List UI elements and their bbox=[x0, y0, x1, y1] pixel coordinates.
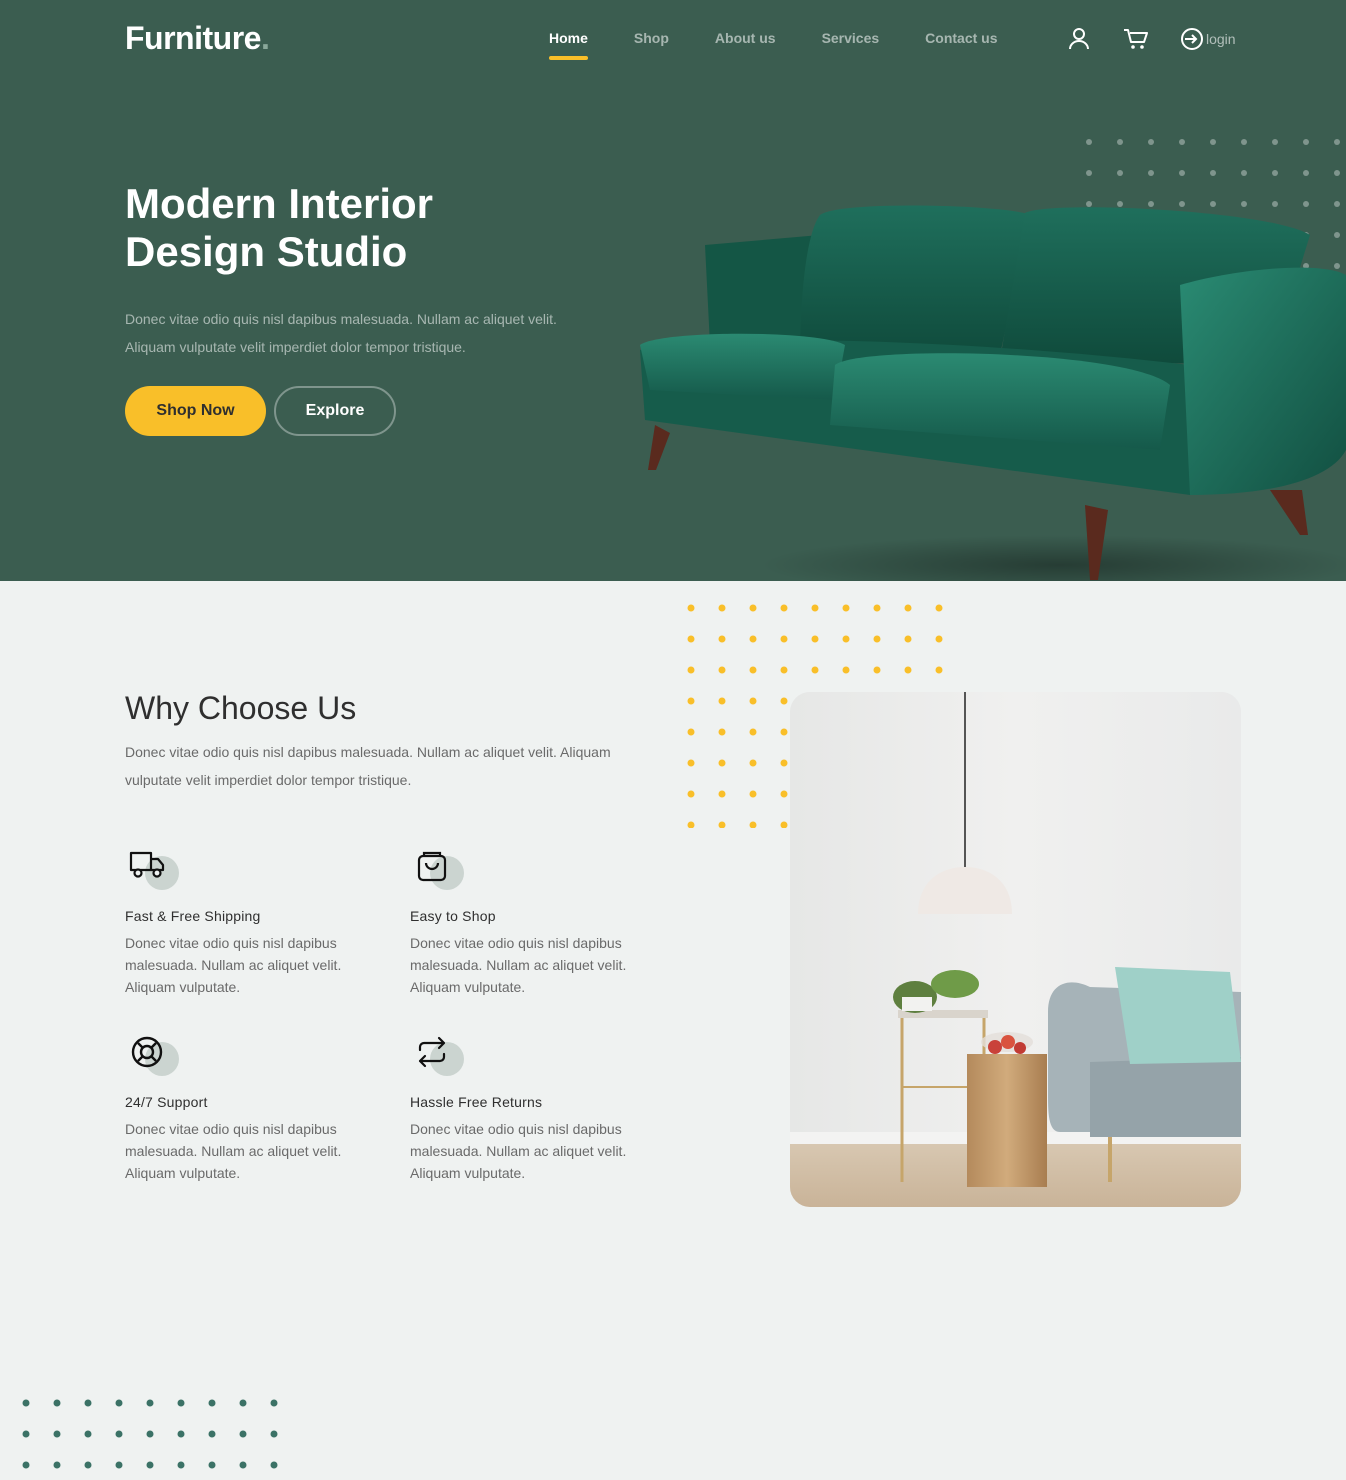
hero-title: Modern Interior Design Studio bbox=[125, 180, 585, 276]
feature-text: Donec vitae odio quis nisl dapibus males… bbox=[410, 1121, 627, 1181]
interior-image bbox=[790, 692, 1241, 1207]
truck-icon bbox=[129, 851, 165, 878]
feature-returns: Hassle Free Returns Donec vitae odio qui… bbox=[410, 1032, 660, 1184]
feature-title: Easy to Shop bbox=[410, 908, 496, 924]
feature-title: Fast & Free Shipping bbox=[125, 908, 261, 924]
login-label: login bbox=[1206, 31, 1236, 47]
feature-shipping: Fast & Free Shipping Donec vitae odio qu… bbox=[125, 846, 375, 998]
user-icon[interactable] bbox=[1066, 26, 1092, 52]
sofa-image bbox=[640, 205, 1346, 581]
login-icon bbox=[1181, 28, 1203, 50]
feature-easy-shop: Easy to Shop Donec vitae odio quis nisl … bbox=[410, 846, 660, 998]
nav-about[interactable]: About us bbox=[715, 30, 776, 60]
logo[interactable]: Furniture. bbox=[125, 20, 270, 57]
nav-services[interactable]: Services bbox=[822, 30, 880, 60]
feature-title: Hassle Free Returns bbox=[410, 1094, 543, 1110]
return-icon bbox=[418, 1036, 446, 1068]
bag-icon bbox=[417, 851, 447, 882]
hero-title-line1: Modern Interior bbox=[125, 180, 434, 227]
nav-contact[interactable]: Contact us bbox=[925, 30, 997, 60]
login-button[interactable]: login bbox=[1180, 27, 1236, 51]
nav-shop[interactable]: Shop bbox=[634, 30, 669, 60]
logo-text: Furniture bbox=[125, 20, 261, 56]
explore-button[interactable]: Explore bbox=[274, 386, 396, 436]
header-actions: login bbox=[1066, 26, 1236, 52]
feature-text: Donec vitae odio quis nisl dapibus males… bbox=[125, 935, 342, 995]
section-description: Donec vitae odio quis nisl dapibus males… bbox=[125, 744, 611, 788]
hero-section: Furniture. Home Shop About us Services C… bbox=[0, 0, 1346, 581]
support-icon bbox=[131, 1036, 163, 1068]
hero-description: Donec vitae odio quis nisl dapibus males… bbox=[125, 311, 557, 355]
shop-now-button[interactable]: Shop Now bbox=[125, 386, 266, 436]
section-title: Why Choose Us bbox=[125, 690, 357, 726]
feature-title: 24/7 Support bbox=[125, 1094, 208, 1110]
feature-text: Donec vitae odio quis nisl dapibus males… bbox=[410, 935, 627, 995]
feature-support: 24/7 Support Donec vitae odio quis nisl … bbox=[125, 1032, 375, 1184]
hero-title-line2: Design Studio bbox=[125, 228, 408, 275]
cart-icon[interactable] bbox=[1123, 26, 1149, 52]
feature-text: Donec vitae odio quis nisl dapibus males… bbox=[125, 1121, 342, 1181]
main-nav: Home Shop About us Services Contact us bbox=[549, 30, 1044, 60]
logo-dot: . bbox=[260, 20, 270, 56]
decorative-dot-grid bbox=[22, 1399, 278, 1469]
nav-home[interactable]: Home bbox=[549, 30, 588, 60]
